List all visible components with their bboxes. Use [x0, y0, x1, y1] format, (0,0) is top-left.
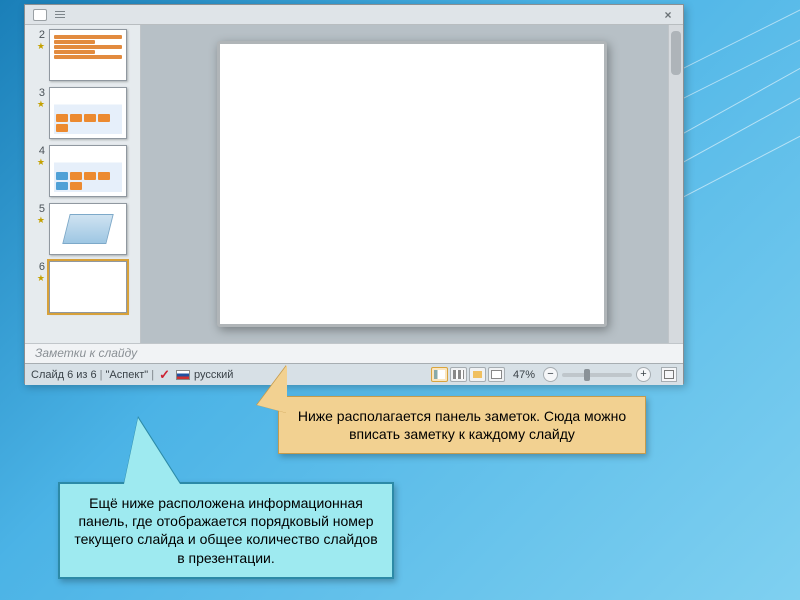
- slides-tab-icon[interactable]: [33, 9, 47, 21]
- spellcheck-icon[interactable]: ✓: [159, 367, 170, 383]
- view-reading-button[interactable]: [469, 367, 486, 382]
- notes-pane[interactable]: Заметки к слайду: [25, 343, 683, 363]
- outline-tab-icon[interactable]: [53, 9, 67, 21]
- slide-preview: [49, 29, 127, 81]
- slide-preview: [49, 87, 127, 139]
- animation-star-icon: ★: [29, 157, 45, 168]
- animation-star-icon: ★: [29, 273, 45, 284]
- zoom-percent[interactable]: 47%: [513, 369, 535, 381]
- powerpoint-window: × 2★ 3★ 4★ 5★: [24, 4, 684, 384]
- slide-preview: [49, 145, 127, 197]
- slide-canvas-area[interactable]: [141, 25, 683, 343]
- slide-number: 5: [29, 203, 45, 215]
- slide-thumbnail[interactable]: 6★: [25, 257, 140, 315]
- theme-name[interactable]: "Аспект": [106, 369, 149, 381]
- slide-preview: [49, 261, 127, 313]
- animation-star-icon: ★: [29, 99, 45, 110]
- zoom-controls: 47% − +: [513, 367, 677, 382]
- animation-star-icon: ★: [29, 41, 45, 52]
- slide-number: 3: [29, 87, 45, 99]
- slide-thumbnail-panel[interactable]: 2★ 3★ 4★ 5★: [25, 25, 141, 343]
- view-normal-button[interactable]: [431, 367, 448, 382]
- language-label[interactable]: русский: [194, 369, 233, 381]
- notes-placeholder: Заметки к слайду: [35, 346, 137, 360]
- close-pane-button[interactable]: ×: [659, 8, 677, 22]
- zoom-slider[interactable]: [562, 373, 632, 377]
- callout-text: Ещё ниже расположена информационная пане…: [74, 495, 377, 566]
- callout-text: Ниже располагается панель заметок. Сюда …: [298, 408, 626, 442]
- slide-thumbnail[interactable]: 5★: [25, 199, 140, 257]
- slide-preview: [49, 203, 127, 255]
- zoom-fit-button[interactable]: [661, 367, 677, 382]
- slide-number: 4: [29, 145, 45, 157]
- view-sorter-button[interactable]: [450, 367, 467, 382]
- view-mode-buttons: [431, 367, 505, 382]
- language-flag-icon[interactable]: [176, 370, 190, 380]
- slide-thumbnail[interactable]: 4★: [25, 141, 140, 199]
- slide-number: 6: [29, 261, 45, 273]
- status-bar: Слайд 6 из 6 | "Аспект" | ✓ русский 47% …: [25, 363, 683, 385]
- view-slideshow-button[interactable]: [488, 367, 505, 382]
- zoom-in-button[interactable]: +: [636, 367, 651, 382]
- zoom-out-button[interactable]: −: [543, 367, 558, 382]
- callout-notes-panel: Ниже располагается панель заметок. Сюда …: [278, 396, 646, 454]
- animation-star-icon: ★: [29, 215, 45, 226]
- callout-status-bar: Ещё ниже расположена информационная пане…: [58, 482, 394, 579]
- slide-thumbnail[interactable]: 3★: [25, 83, 140, 141]
- slide-thumbnail[interactable]: 2★: [25, 25, 140, 83]
- pane-header: ×: [25, 5, 683, 25]
- slide-indicator[interactable]: Слайд 6 из 6: [31, 369, 97, 381]
- current-slide-canvas[interactable]: [217, 41, 607, 327]
- slide-number: 2: [29, 29, 45, 41]
